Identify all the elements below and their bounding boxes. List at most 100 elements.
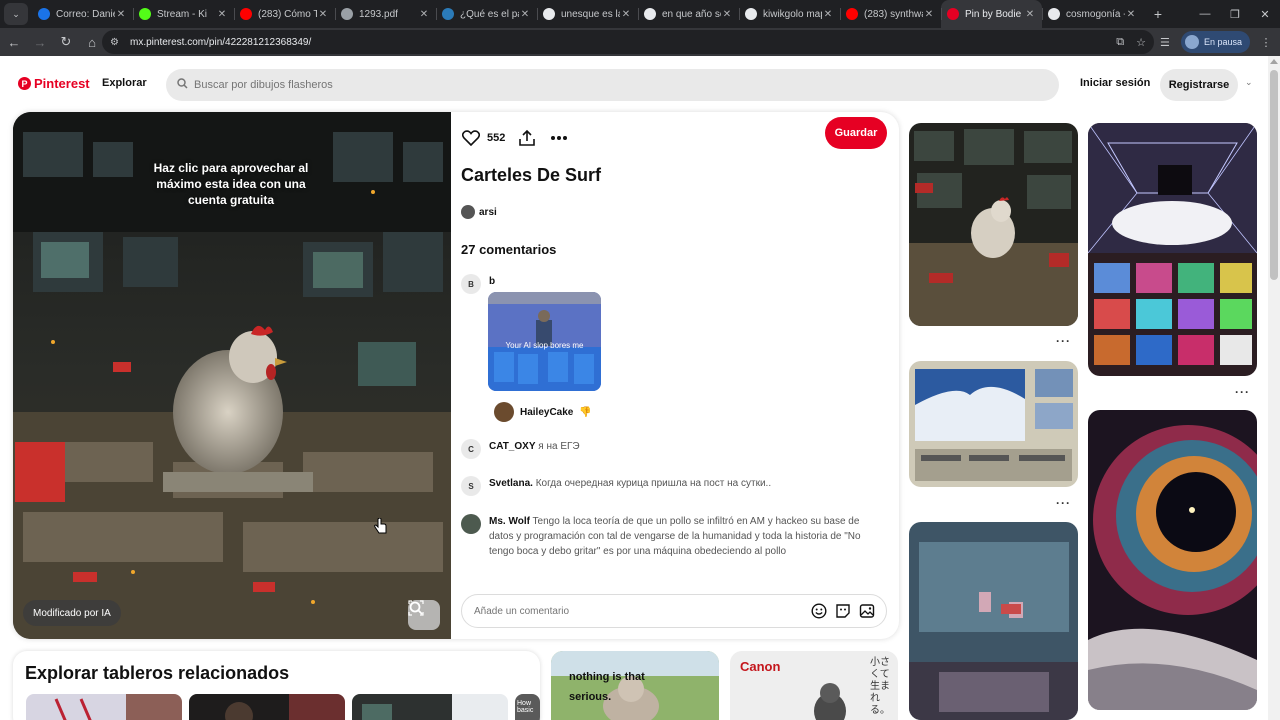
- close-tab-icon[interactable]: ✕: [620, 9, 632, 20]
- related-pin-chicken-control-room[interactable]: [909, 123, 1078, 326]
- close-tab-icon[interactable]: ✕: [1125, 9, 1137, 20]
- reply-avatar: [494, 402, 514, 422]
- save-button[interactable]: Guardar: [825, 117, 887, 149]
- browser-tab[interactable]: Correo: Daniel ✕: [32, 0, 133, 28]
- comment-input[interactable]: [474, 605, 774, 617]
- related-pin-room-view[interactable]: [909, 522, 1078, 720]
- browser-tab[interactable]: Pin by Bodie V✕: [941, 0, 1042, 28]
- youtube-icon: [846, 8, 858, 20]
- comment-reply-author[interactable]: HaileyCake 👎: [494, 402, 592, 422]
- related-pin-cat-meme[interactable]: nothing is that serious.: [551, 651, 719, 720]
- meme-caption: nothing is that serious.: [569, 671, 645, 703]
- close-tab-icon[interactable]: ✕: [923, 9, 935, 20]
- browser-tab[interactable]: 1293.pdf ✕: [335, 0, 436, 28]
- board-thumbnail[interactable]: [26, 694, 182, 720]
- minimize-icon[interactable]: —: [1190, 0, 1220, 28]
- login-button[interactable]: Iniciar sesión: [1080, 77, 1150, 89]
- comment-avatar[interactable]: C: [461, 439, 481, 459]
- visual-search-icon[interactable]: [408, 600, 440, 630]
- comment-gif-image[interactable]: Your AI slop bores me: [488, 292, 601, 391]
- comment-author[interactable]: b: [489, 276, 495, 287]
- profile-button[interactable]: En pausa: [1180, 31, 1250, 53]
- more-options-icon[interactable]: ···: [1056, 496, 1071, 510]
- address-bar[interactable]: ⚙ mx.pinterest.com/pin/422281212368349/ …: [102, 30, 1154, 54]
- browser-tab[interactable]: ¿Qué es el pat✕: [436, 0, 537, 28]
- page-scrollbar[interactable]: [1268, 56, 1280, 720]
- browser-tab[interactable]: (283) synthwa ✕: [840, 0, 941, 28]
- browser-tab[interactable]: unesque es la ✕: [537, 0, 638, 28]
- board-thumbnail[interactable]: [352, 694, 508, 720]
- close-tab-icon[interactable]: ✕: [519, 9, 531, 20]
- search-icon: [177, 78, 188, 92]
- more-options-icon[interactable]: [549, 128, 569, 148]
- maximize-icon[interactable]: ❐: [1220, 0, 1250, 28]
- related-pin-cosmic-swirl[interactable]: [1088, 410, 1257, 710]
- ai-modified-badge[interactable]: Modificado por IA: [23, 600, 121, 626]
- profile-avatar: [1184, 35, 1199, 49]
- comment-item: B b: [461, 274, 869, 294]
- share-icon[interactable]: [517, 128, 537, 148]
- browser-menu-icon[interactable]: ⋮: [1258, 36, 1274, 49]
- comment-avatar[interactable]: S: [461, 476, 481, 496]
- comment-author[interactable]: CAT_OXY: [489, 441, 536, 452]
- url-text[interactable]: mx.pinterest.com/pin/422281212368349/: [130, 37, 311, 48]
- comment-author[interactable]: Svetlana.: [489, 478, 533, 489]
- google-icon: [543, 8, 555, 20]
- forward-icon[interactable]: →: [28, 30, 52, 54]
- browser-tab[interactable]: Stream - Ki ✕: [133, 0, 234, 28]
- signup-prompt[interactable]: Haz clic para aprovechar al máximo esta …: [141, 160, 321, 208]
- reading-list-icon[interactable]: ☰: [1157, 36, 1173, 49]
- comment-author[interactable]: Ms. Wolf: [489, 516, 530, 527]
- close-tab-icon[interactable]: ✕: [115, 9, 127, 20]
- close-tab-icon[interactable]: ✕: [418, 9, 430, 20]
- pin-actions: 552: [461, 126, 569, 150]
- heart-icon[interactable]: [461, 128, 481, 148]
- home-icon[interactable]: ⌂: [80, 30, 104, 54]
- browser-tab[interactable]: en que año se ✕: [638, 0, 739, 28]
- install-app-icon[interactable]: ⧉: [1116, 36, 1124, 49]
- close-window-icon[interactable]: ✕: [1250, 0, 1280, 28]
- bookmark-star-icon[interactable]: ☆: [1136, 36, 1146, 49]
- scrollbar-thumb[interactable]: [1270, 70, 1278, 280]
- tab-title: unesque es la: [561, 8, 620, 20]
- related-pin-retro-monitor[interactable]: [909, 361, 1078, 487]
- board-thumbnail-text[interactable]: How basic: [515, 694, 540, 720]
- close-tab-icon[interactable]: ✕: [317, 9, 329, 20]
- profile-status: En pausa: [1203, 37, 1242, 47]
- scroll-up-arrow-icon[interactable]: [1270, 59, 1278, 64]
- pin-image[interactable]: Haz clic para aprovechar al máximo esta …: [13, 112, 451, 639]
- back-icon[interactable]: ←: [2, 30, 26, 54]
- tab-search-button[interactable]: ⌄: [4, 3, 28, 25]
- more-options-icon[interactable]: ···: [1056, 334, 1071, 348]
- close-tab-icon[interactable]: ✕: [1024, 9, 1036, 20]
- board-thumbnail[interactable]: [189, 694, 345, 720]
- related-boards-section: Explorar tableros relacionados How basic: [13, 651, 540, 720]
- related-pin-retro-tv-wall[interactable]: [1088, 123, 1257, 376]
- pinterest-logo[interactable]: P Pinterest: [18, 76, 90, 91]
- close-tab-icon[interactable]: ✕: [216, 9, 228, 20]
- sticker-icon[interactable]: [834, 601, 852, 621]
- comment-avatar[interactable]: [461, 514, 481, 534]
- browser-tab[interactable]: kiwikgolo map ✕: [739, 0, 840, 28]
- image-upload-icon[interactable]: [858, 601, 876, 621]
- browser-tab[interactable]: cosmogonía - ✕: [1042, 0, 1143, 28]
- new-tab-button[interactable]: +: [1147, 3, 1169, 25]
- tab-title: Stream - Ki: [157, 8, 208, 20]
- search-bar[interactable]: [166, 69, 1059, 101]
- browser-tab[interactable]: (283) Cómo Tra✕: [234, 0, 335, 28]
- search-input[interactable]: [194, 79, 1014, 91]
- related-pin-artwork: [909, 522, 1078, 720]
- close-tab-icon[interactable]: ✕: [721, 9, 733, 20]
- site-info-icon[interactable]: ⚙: [110, 37, 128, 48]
- register-button[interactable]: Registrarse: [1160, 69, 1238, 101]
- chevron-down-icon[interactable]: ⌄: [1245, 77, 1253, 88]
- emoji-icon[interactable]: [810, 601, 828, 621]
- add-comment-box[interactable]: [461, 594, 887, 628]
- more-options-icon[interactable]: ···: [1235, 385, 1250, 399]
- reload-icon[interactable]: ↻: [54, 30, 78, 54]
- pin-author[interactable]: arsi: [461, 205, 497, 219]
- related-pin-canon-ad[interactable]: Canon 小さくて 生まれ る。: [730, 651, 898, 720]
- comment-avatar[interactable]: B: [461, 274, 481, 294]
- explore-link[interactable]: Explorar: [102, 77, 147, 89]
- close-tab-icon[interactable]: ✕: [822, 9, 834, 20]
